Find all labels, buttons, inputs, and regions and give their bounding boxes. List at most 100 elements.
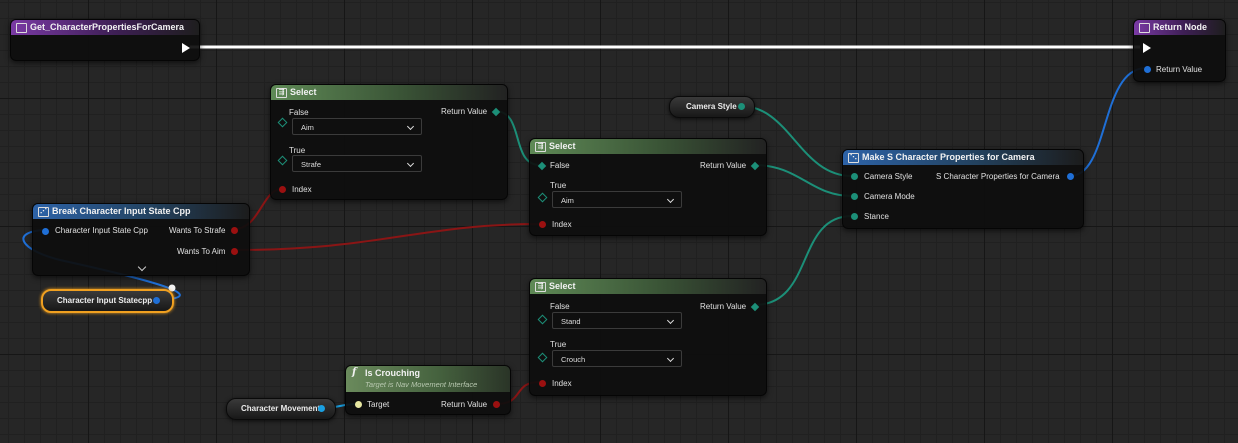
exec-in-pin[interactable]	[1143, 43, 1151, 53]
select3-index-label: Index	[552, 379, 572, 388]
break-input-pin[interactable]	[42, 228, 49, 235]
select2-false-pin[interactable]	[537, 161, 547, 171]
chevron-down-icon	[666, 316, 675, 325]
is-crouching-target-label: Target	[367, 400, 390, 409]
wants-aim-label: Wants To Aim	[177, 247, 226, 256]
select1-true-pin[interactable]	[277, 155, 288, 166]
camera-style-variable[interactable]: Camera Style	[669, 96, 755, 118]
select-node-3-header: ⇶ Select	[530, 279, 766, 294]
select2-index-label: Index	[552, 220, 572, 229]
return-node-title: Return Node	[1153, 22, 1207, 32]
select2-true-pin[interactable]	[537, 192, 548, 203]
select1-true-dropdown[interactable]: Strafe	[292, 155, 422, 172]
wants-aim-pin[interactable]	[231, 248, 238, 255]
select2-return-pin[interactable]	[750, 161, 760, 171]
select3-return-label: Return Value	[700, 302, 747, 311]
select3-false-label: False	[550, 302, 570, 311]
entry-node-header: Get_CharacterPropertiesForCamera	[11, 20, 199, 35]
select1-false-pin[interactable]	[277, 117, 288, 128]
select1-true-label: True	[289, 146, 306, 155]
select-node-2[interactable]: ⇶ Select False True Aim Index Return Val…	[529, 138, 767, 236]
make-props-header: ⋱ Make S Character Properties for Camera	[843, 150, 1083, 165]
character-input-state-variable[interactable]: Character Input Statecpp	[41, 289, 174, 313]
select-icon: ⇶	[535, 282, 546, 292]
select2-return-label: Return Value	[700, 161, 747, 170]
function-icon: f	[352, 367, 357, 378]
chevron-down-icon	[666, 195, 675, 204]
select3-false-pin[interactable]	[537, 314, 548, 325]
function-return-icon	[1139, 23, 1150, 33]
select-node-3[interactable]: ⇶ Select False Stand True Crouch Index R…	[529, 278, 767, 396]
select3-true-label: True	[550, 340, 567, 349]
camera-style-variable-label: Camera Style	[686, 102, 737, 111]
select1-index-pin[interactable]	[279, 186, 286, 193]
select-node-2-title: Select	[549, 141, 576, 151]
return-value-pin[interactable]	[1144, 66, 1151, 73]
break-struct-icon: ⋰	[38, 207, 49, 217]
select1-false-label: False	[289, 108, 309, 117]
return-node[interactable]: Return Node Return Value	[1133, 19, 1226, 82]
wire-aim-to-index	[233, 223, 541, 251]
make-props-title: Make S Character Properties for Camera	[862, 152, 1035, 162]
select3-return-pin[interactable]	[750, 302, 760, 312]
is-crouching-node[interactable]: f Is Crouching Target is Nav Movement In…	[345, 365, 511, 415]
make-stance-pin[interactable]	[851, 213, 858, 220]
character-input-state-variable-label: Character Input Statecpp	[57, 296, 153, 305]
function-entry-icon	[16, 23, 27, 33]
chevron-down-icon	[406, 122, 415, 131]
select-icon: ⇶	[276, 88, 287, 98]
make-props-node[interactable]: ⋱ Make S Character Properties for Camera…	[842, 149, 1084, 229]
break-node-title: Break Character Input State Cpp	[52, 206, 191, 216]
select3-false-dropdown[interactable]: Stand	[552, 312, 682, 329]
character-movement-variable-pin[interactable]	[318, 405, 325, 412]
return-value-label: Return Value	[1156, 65, 1203, 74]
select1-return-label: Return Value	[441, 107, 488, 116]
select2-true-dropdown[interactable]: Aim	[552, 191, 682, 208]
select-icon: ⇶	[535, 142, 546, 152]
select2-true-label: True	[550, 181, 567, 190]
select2-false-label: False	[550, 161, 570, 170]
make-struct-icon: ⋱	[848, 153, 859, 163]
character-movement-variable[interactable]: Character Movement	[226, 398, 336, 420]
make-camera-style-pin[interactable]	[851, 173, 858, 180]
chevron-down-icon	[406, 159, 415, 168]
wants-strafe-label: Wants To Strafe	[169, 226, 226, 235]
make-output-pin[interactable]	[1067, 173, 1074, 180]
select-node-2-header: ⇶ Select	[530, 139, 766, 154]
select-node-1-header: ⇶ Select	[271, 85, 507, 100]
break-input-label: Character Input State Cpp	[55, 226, 148, 235]
select1-index-label: Index	[292, 185, 312, 194]
select3-index-pin[interactable]	[539, 380, 546, 387]
select-node-1-title: Select	[290, 87, 317, 97]
select2-index-pin[interactable]	[539, 221, 546, 228]
chevron-down-icon	[666, 354, 675, 363]
entry-node[interactable]: Get_CharacterPropertiesForCamera	[10, 19, 200, 61]
is-crouching-target-pin[interactable]	[355, 401, 362, 408]
character-movement-variable-label: Character Movement	[241, 404, 321, 413]
character-input-state-variable-pin[interactable]	[153, 297, 160, 304]
exec-out-pin[interactable]	[182, 43, 190, 53]
break-node-header: ⋰ Break Character Input State Cpp	[33, 204, 249, 219]
return-node-header: Return Node	[1134, 20, 1225, 35]
select1-false-dropdown[interactable]: Aim	[292, 118, 422, 135]
wants-strafe-pin[interactable]	[231, 227, 238, 234]
is-crouching-return-label: Return Value	[441, 400, 488, 409]
make-output-label: S Character Properties for Camera	[936, 172, 1060, 181]
make-camera-mode-pin[interactable]	[851, 193, 858, 200]
select1-return-pin[interactable]	[491, 107, 501, 117]
wire-select2-to-mode	[753, 164, 853, 197]
is-crouching-header: f Is Crouching Target is Nav Movement In…	[346, 366, 510, 392]
wire-select3-to-stance	[753, 215, 853, 306]
make-camera-mode-label: Camera Mode	[864, 192, 915, 201]
is-crouching-title: Is Crouching	[365, 368, 421, 378]
make-camera-style-label: Camera Style	[864, 172, 913, 181]
select3-true-dropdown[interactable]: Crouch	[552, 350, 682, 367]
select3-true-pin[interactable]	[537, 352, 548, 363]
is-crouching-return-pin[interactable]	[493, 401, 500, 408]
expand-chevron-icon[interactable]	[137, 262, 147, 272]
select-node-1[interactable]: ⇶ Select False Aim True Strafe Index Ret…	[270, 84, 508, 200]
break-input-state-node[interactable]: ⋰ Break Character Input State Cpp Charac…	[32, 203, 250, 276]
camera-style-variable-pin[interactable]	[738, 103, 745, 110]
is-crouching-subtitle: Target is Nav Movement Interface	[365, 380, 478, 389]
make-stance-label: Stance	[864, 212, 889, 221]
